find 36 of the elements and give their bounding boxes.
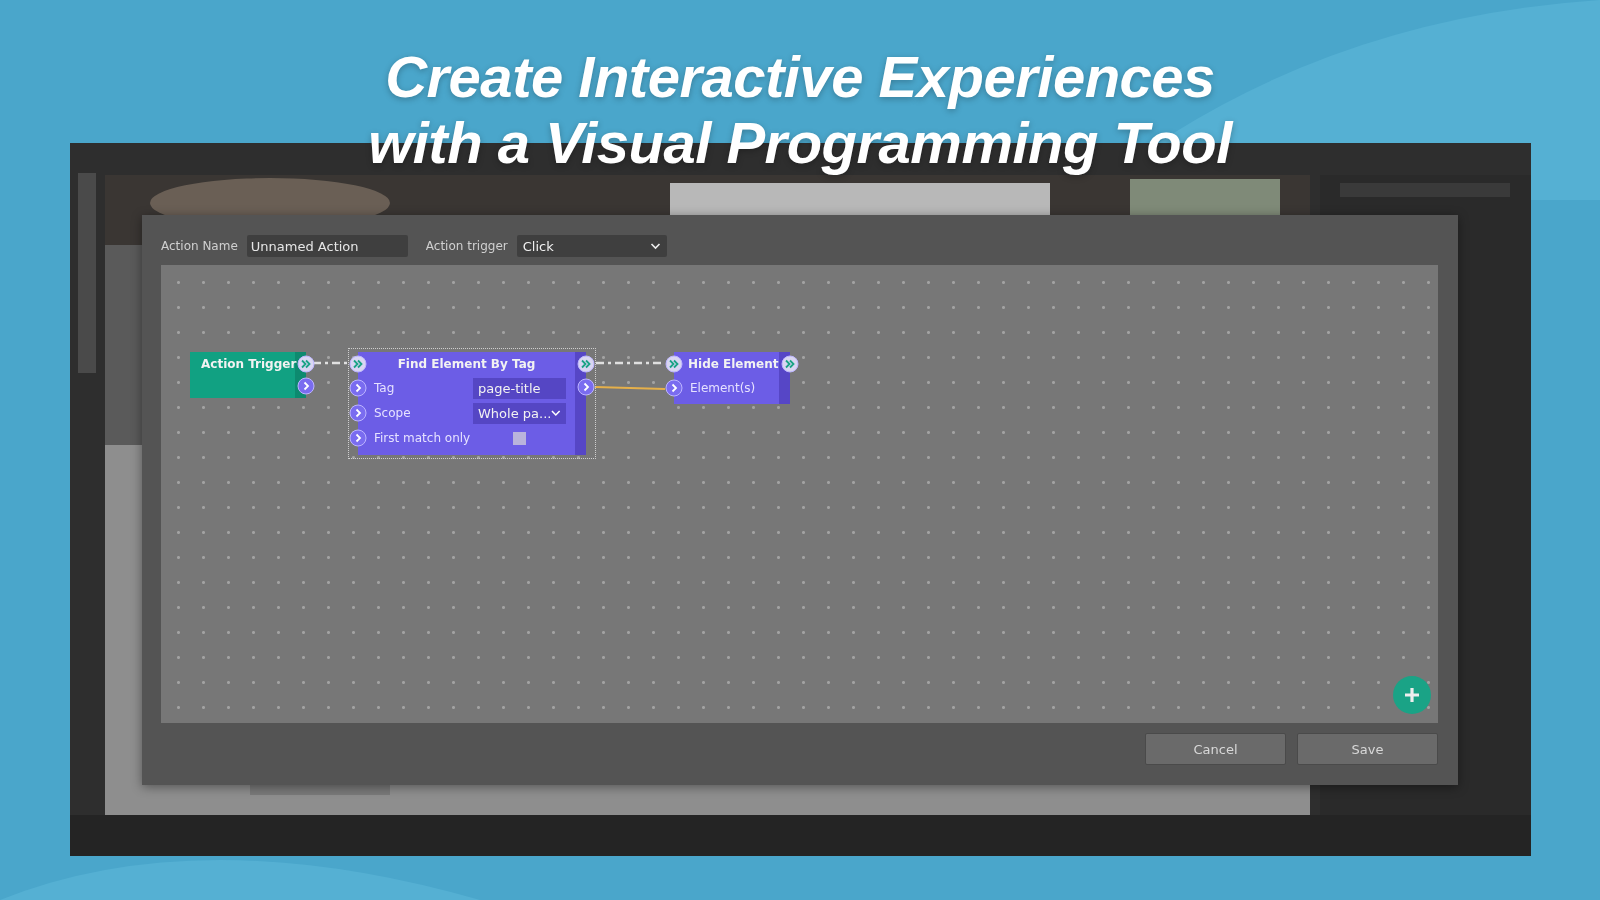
chevron-port-icon[interactable] [349,404,367,422]
node-title: Action Trigger [201,357,297,371]
action-trigger-select[interactable]: Click [516,235,667,257]
node-title: Hide Element [688,357,779,371]
field-label: Action Name [161,239,238,253]
plus-icon [1403,686,1421,704]
flow-connector [313,361,349,365]
chevron-down-icon [649,242,661,250]
input-label: Tag [374,381,395,395]
chevron-port-icon[interactable] [665,379,683,397]
input-label: First match only [374,431,471,445]
input-label: Element(s) [690,381,756,395]
data-connector [594,386,666,390]
tag-field[interactable]: page-title [473,377,566,399]
double-chevron-port-icon[interactable] [349,355,367,373]
headline: Create Interactive Experiences [385,44,1215,110]
node-title: Find Element By Tag [396,357,537,371]
cancel-button[interactable]: Cancel [1145,733,1286,765]
chevron-port-icon[interactable] [297,377,315,395]
double-chevron-port-icon[interactable] [577,355,595,373]
chevron-down-icon [551,409,561,417]
chevron-port-icon[interactable] [349,429,367,447]
field-label: Action trigger [425,239,508,253]
input-label: Scope [374,406,411,420]
add-node-button[interactable] [1393,676,1431,714]
chevron-port-icon[interactable] [349,379,367,397]
scope-select[interactable]: Whole pa... [473,402,566,424]
save-button[interactable]: Save [1297,733,1438,765]
double-chevron-port-icon[interactable] [297,355,315,373]
action-name-field[interactable]: Unnamed Action [246,235,408,257]
node-canvas[interactable]: Action Trigger Find Element By Tag Tag page-title Scope Whole pa... First match only Hide Element Element(s) [161,265,1438,723]
double-chevron-port-icon[interactable] [665,355,683,373]
double-chevron-port-icon[interactable] [781,355,799,373]
chevron-port-icon[interactable] [577,378,595,396]
checkbox[interactable] [513,431,526,445]
node-card[interactable]: Find Element By Tag Tag page-title Scope Whole pa... First match only [348,348,596,459]
